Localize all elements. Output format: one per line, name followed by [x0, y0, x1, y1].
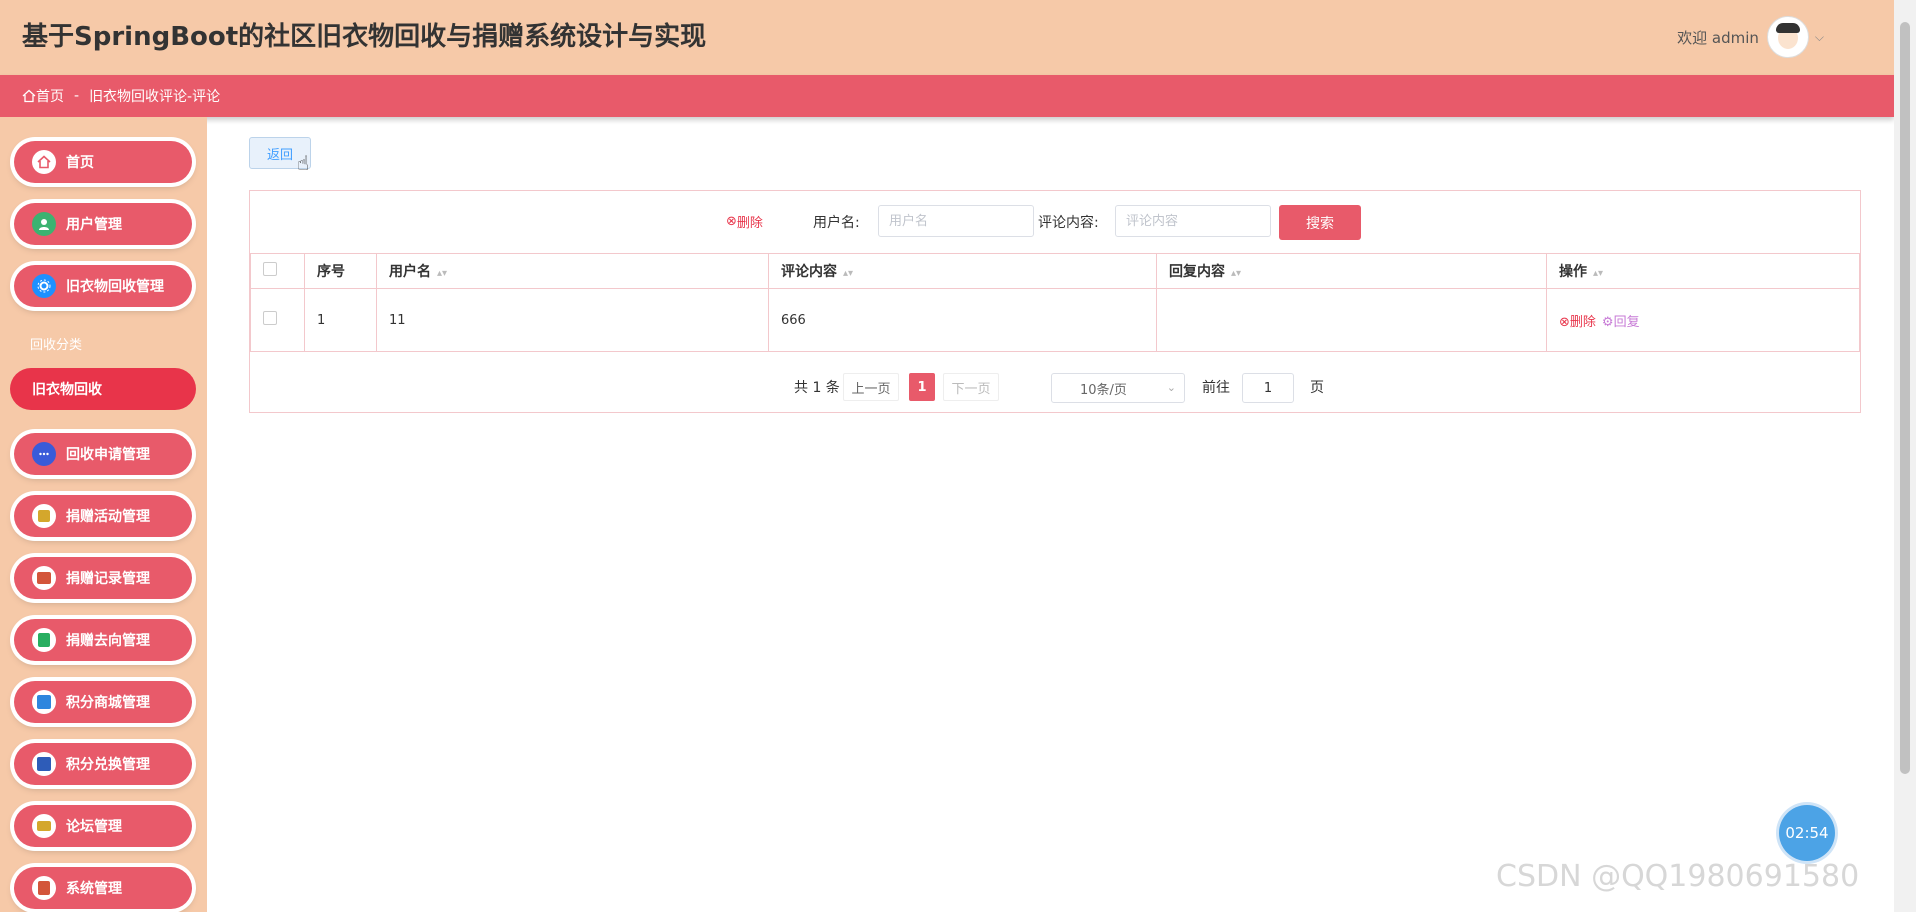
sidebar: 首页 用户管理 旧衣物回收管理 回收分类 旧衣物回收 回收申请管理 捐赠活动管理… — [0, 117, 207, 912]
settings-icon — [32, 876, 56, 900]
username-label: 用户名: — [813, 215, 860, 231]
home-icon — [22, 89, 36, 103]
breadcrumb-home[interactable]: 首页 — [22, 86, 64, 106]
page-1-button[interactable]: 1 — [909, 373, 935, 401]
search-button[interactable]: 搜索 — [1279, 205, 1361, 240]
breadcrumb: 首页 - 旧衣物回收评论-评论 — [0, 75, 1894, 117]
pagination: 共 1 条 上一页 1 下一页 10条/页 ⌄ 前往 1 页 — [250, 363, 1860, 411]
batch-delete-button[interactable]: ⊗ 删除 — [726, 212, 763, 231]
top-bar: 基于SpringBoot的社区旧衣物回收与捐赠系统设计与实现 欢迎 admin … — [0, 0, 1894, 75]
sort-icon[interactable]: ▴▾ — [843, 268, 853, 279]
breadcrumb-current: 旧衣物回收评论-评论 — [89, 89, 221, 105]
app-title: 基于SpringBoot的社区旧衣物回收与捐赠系统设计与实现 — [22, 22, 707, 52]
prev-page-button[interactable]: 上一页 — [843, 373, 899, 401]
col-content[interactable]: 评论内容 ▴▾ — [768, 253, 1157, 289]
sidebar-item-activities[interactable]: 捐赠活动管理 — [14, 495, 192, 537]
chat-icon — [32, 442, 56, 466]
page-size-select[interactable]: 10条/页 ⌄ — [1051, 373, 1185, 403]
close-circle-icon: ⊗ — [1559, 314, 1570, 330]
goto-page-input[interactable]: 1 — [1242, 373, 1294, 403]
table-row: 1 11 666 ⊗删除 ⚙回复 — [250, 288, 1860, 352]
cell-content: 666 — [768, 288, 1157, 352]
ticket-icon — [32, 814, 56, 838]
user-menu[interactable]: 欢迎 admin ⌵ — [1677, 16, 1824, 58]
goto-suffix: 页 — [1310, 380, 1324, 396]
user-icon — [32, 212, 56, 236]
sidebar-item-forum[interactable]: 论坛管理 — [14, 805, 192, 847]
col-reply[interactable]: 回复内容 ▴▾ — [1156, 253, 1547, 289]
gear-icon: ⚙ — [1601, 314, 1614, 330]
sidebar-subitem-category[interactable]: 回收分类 — [30, 334, 82, 353]
sidebar-item-home[interactable]: 首页 — [14, 141, 192, 183]
sidebar-item-records[interactable]: 捐赠记录管理 — [14, 557, 192, 599]
main-content: 返回 ☝ ⊗删除 用户名: 评论内容: 搜索 序号 用户名▴▾ 评论内容▴▾ 回… — [207, 117, 1894, 912]
content-input[interactable] — [1115, 205, 1271, 237]
col-username[interactable]: 用户名 ▴▾ — [376, 253, 769, 289]
goto-label: 前往 — [1202, 380, 1230, 396]
tag-icon — [32, 504, 56, 528]
cell-username: 11 — [376, 288, 769, 352]
welcome-text: 欢迎 admin — [1677, 28, 1759, 47]
avatar[interactable] — [1766, 16, 1809, 58]
next-page-button[interactable]: 下一页 — [943, 373, 999, 401]
book-icon — [32, 752, 56, 776]
cell-operations: ⊗删除 ⚙回复 — [1546, 288, 1860, 352]
search-bar: ⊗删除 用户名: 评论内容: 搜索 — [250, 191, 1860, 251]
sidebar-item-system[interactable]: 系统管理 — [14, 867, 192, 909]
content-label: 评论内容: — [1038, 215, 1099, 231]
sidebar-item-recycle[interactable]: 旧衣物回收管理 — [14, 265, 192, 307]
row-checkbox[interactable] — [250, 288, 305, 352]
table-header: 序号 用户名 ▴▾ 评论内容 ▴▾ 回复内容 ▴▾ 操作 ▴▾ — [250, 253, 1860, 289]
username-input[interactable] — [878, 205, 1034, 237]
timer-badge[interactable]: 02:54 — [1779, 805, 1835, 861]
sidebar-item-mall[interactable]: 积分商城管理 — [14, 681, 192, 723]
row-reply-button[interactable]: ⚙回复 — [1602, 315, 1640, 330]
save-icon — [32, 628, 56, 652]
pagination-total: 共 1 条 — [794, 380, 840, 396]
col-index: 序号 — [304, 253, 377, 289]
comment-panel: ⊗删除 用户名: 评论内容: 搜索 序号 用户名▴▾ 评论内容▴▾ 回复内容▴▾… — [249, 190, 1861, 413]
sidebar-item-applications[interactable]: 回收申请管理 — [14, 433, 192, 475]
hand-cursor-icon: ☝ — [297, 151, 310, 175]
select-all-checkbox[interactable] — [250, 253, 305, 289]
sidebar-item-exchange[interactable]: 积分兑换管理 — [14, 743, 192, 785]
breadcrumb-separator: - — [74, 88, 80, 104]
comment-table: 序号 用户名 ▴▾ 评论内容 ▴▾ 回复内容 ▴▾ 操作 ▴▾ 1 11 666 ⊗删除… — [250, 253, 1860, 352]
chevron-down-icon: ⌄ — [1166, 381, 1176, 394]
watermark: CSDN @QQ1980691580 — [1496, 859, 1860, 894]
grid-icon — [32, 690, 56, 714]
sidebar-item-destination[interactable]: 捐赠去向管理 — [14, 619, 192, 661]
scrollbar-thumb[interactable] — [1900, 22, 1910, 774]
gear-icon — [32, 274, 56, 298]
chevron-down-icon[interactable]: ⌵ — [1815, 30, 1824, 45]
cell-index: 1 — [304, 288, 377, 352]
sort-icon[interactable]: ▴▾ — [437, 268, 447, 279]
close-circle-icon: ⊗ — [726, 214, 737, 229]
sort-icon[interactable]: ▴▾ — [1593, 268, 1603, 279]
cell-reply — [1156, 288, 1547, 352]
sidebar-subitem-clothes-active[interactable]: 旧衣物回收 — [10, 368, 196, 410]
row-delete-button[interactable]: ⊗删除 — [1559, 315, 1596, 330]
box-icon — [32, 566, 56, 590]
home-icon — [32, 150, 56, 174]
col-operations[interactable]: 操作 ▴▾ — [1546, 253, 1860, 289]
sidebar-item-users[interactable]: 用户管理 — [14, 203, 192, 245]
sort-icon[interactable]: ▴▾ — [1231, 268, 1241, 279]
